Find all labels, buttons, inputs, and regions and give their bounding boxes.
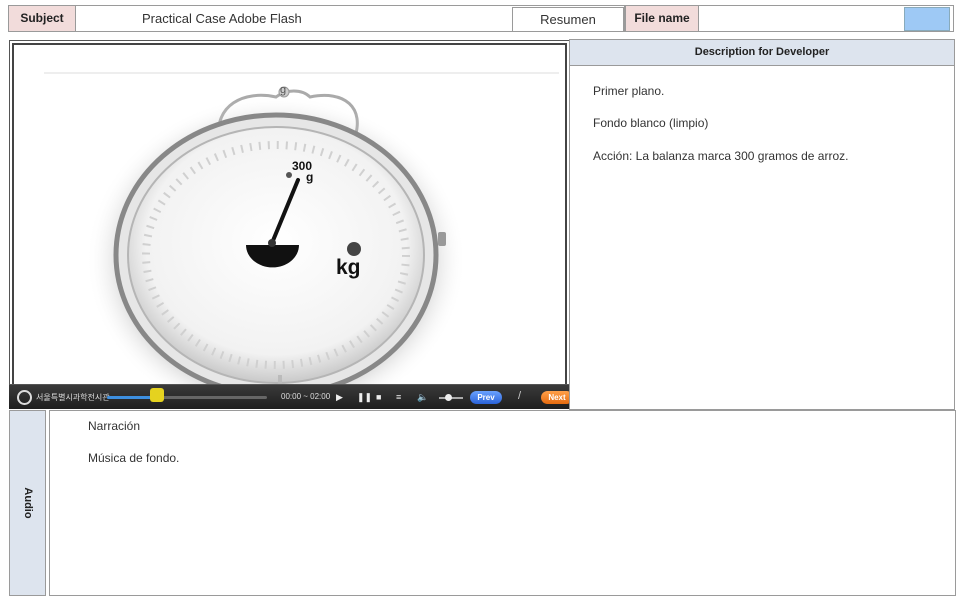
reading-unit: g xyxy=(306,170,313,184)
stop-icon[interactable]: ■ xyxy=(376,390,381,404)
unit-badge xyxy=(347,242,361,256)
audio-label: Audio xyxy=(9,410,46,596)
time-display: 00:00 ~ 02:00 xyxy=(281,392,331,401)
audio-label-text: Audio xyxy=(21,487,34,519)
resumen-button[interactable]: Resumen xyxy=(512,7,624,32)
volume-icon[interactable]: 🔈 xyxy=(417,390,428,404)
prev-button[interactable]: Prev xyxy=(470,391,502,404)
play-icon[interactable]: ▶ xyxy=(336,390,343,404)
file-name-label: File name xyxy=(625,5,699,32)
description-line: Acción: La balanza marca 300 gramos de a… xyxy=(593,149,849,163)
top-mark: g xyxy=(280,84,286,96)
pause-icon[interactable]: ❚❚ xyxy=(357,390,372,404)
menu-icon[interactable]: ≡ xyxy=(396,390,401,404)
scale-illustration: g 300 g kg xyxy=(44,72,559,385)
subject-label: Subject xyxy=(8,5,76,32)
audio-line: Música de fondo. xyxy=(88,451,180,465)
volume-knob[interactable] xyxy=(445,394,452,401)
audio-panel: Narración Música de fondo. xyxy=(49,410,956,596)
side-knob xyxy=(438,232,446,246)
description-line: Primer plano. xyxy=(593,84,665,98)
progress-handle[interactable] xyxy=(150,388,164,402)
scene-canvas: g 300 g kg xyxy=(12,43,567,385)
audio-line: Narración xyxy=(88,419,141,433)
description-header: Description for Developer xyxy=(570,40,954,66)
progress-track[interactable] xyxy=(107,396,267,399)
scene-viewer: g 300 g kg xyxy=(9,40,570,409)
brand-logo-icon xyxy=(17,390,32,405)
player-bar: 서울특별시과학전시관 00:00 ~ 02:00 ▶ ❚❚ ■ ≡ 🔈 Prev… xyxy=(9,384,573,409)
description-panel: Description for Developer Primer plano. … xyxy=(569,39,955,410)
brand-label: 서울특별시과학전시관 xyxy=(36,393,110,402)
nav-separator: / xyxy=(518,390,522,402)
description-line: Fondo blanco (limpio) xyxy=(593,116,709,130)
unit-label: kg xyxy=(336,256,361,279)
file-color-swatch xyxy=(904,7,950,31)
